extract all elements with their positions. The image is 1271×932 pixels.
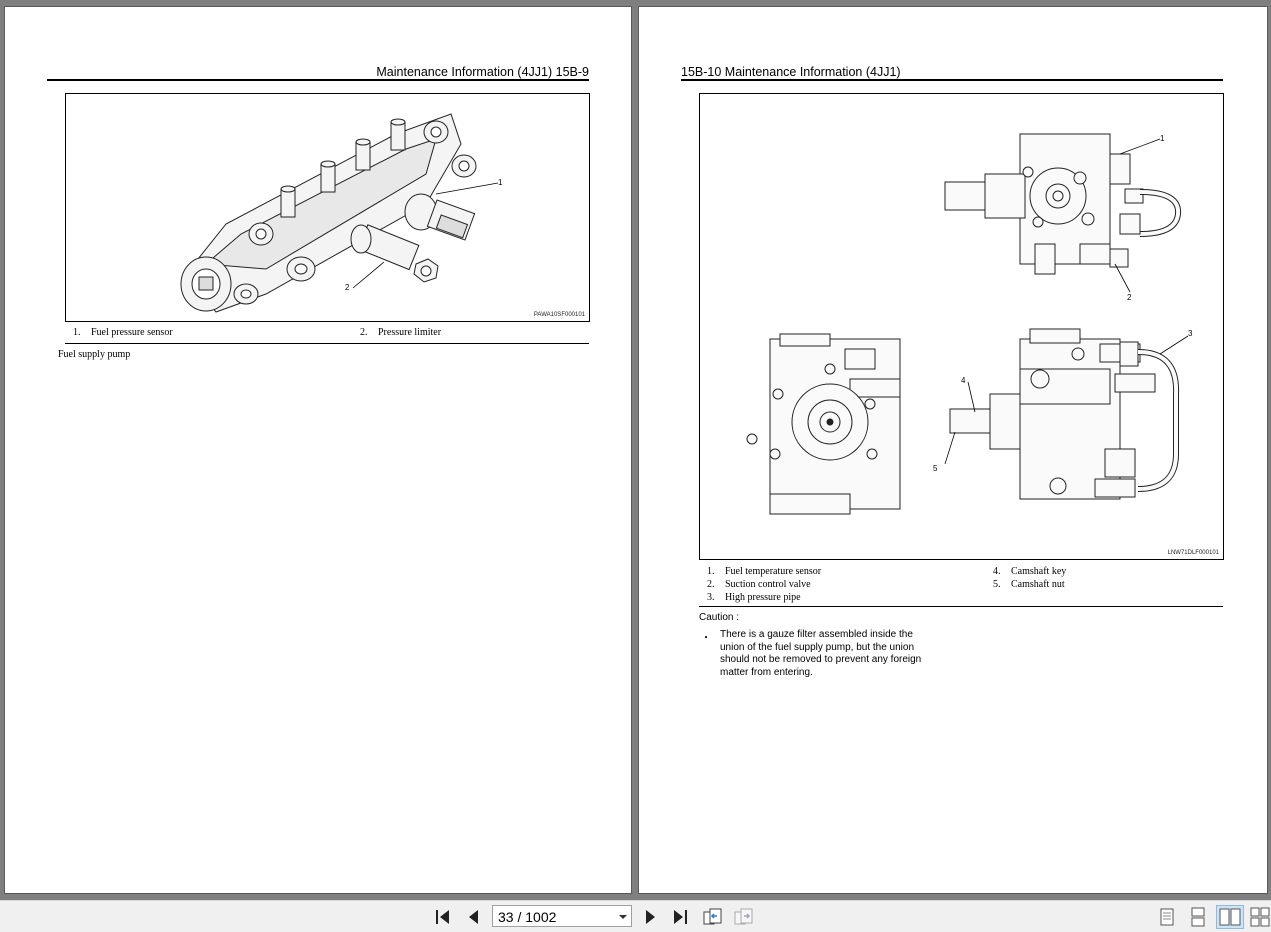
continuous-facing-view-icon <box>1250 907 1270 927</box>
facing-view-button[interactable] <box>1216 905 1244 929</box>
page-number-input[interactable]: 33 / 1002 <box>492 905 632 927</box>
callout-1: 1 <box>498 178 503 187</box>
callout-3: 3 <box>1188 329 1193 338</box>
navigation-toolbar: 33 / 1002 <box>0 900 1271 932</box>
legend-item: 1. Fuel pressure sensor <box>73 327 173 338</box>
document-viewport[interactable]: Maintenance Information (4JJ1) 15B-9 1 2… <box>0 0 1271 900</box>
last-page-icon <box>674 910 687 924</box>
fuel-rail-illustration: 1 2 <box>180 113 503 313</box>
page-right: 15B-10 Maintenance Information (4JJ1) 1 … <box>639 7 1267 893</box>
continuous-view-button[interactable] <box>1187 906 1209 928</box>
legend-item: 1. Fuel temperature sensor <box>707 566 822 577</box>
callout-2: 2 <box>1127 293 1132 302</box>
legend-item: 5. Camshaft nut <box>993 579 1065 590</box>
single-page-view-button[interactable] <box>1156 906 1178 928</box>
bullet: ・ <box>701 633 711 644</box>
callout-2: 2 <box>345 283 350 292</box>
header-rule <box>681 79 1223 81</box>
page-left: Maintenance Information (4JJ1) 15B-9 1 2… <box>5 7 631 893</box>
first-page-button[interactable] <box>432 906 454 928</box>
callout-1: 1 <box>1160 134 1165 143</box>
last-page-button[interactable] <box>669 906 691 928</box>
callout-4: 4 <box>961 376 966 385</box>
facing-view-icon <box>1219 908 1241 926</box>
go-forward-view-icon <box>734 908 753 925</box>
legend-item: 2. Pressure limiter <box>360 327 442 338</box>
next-page-button[interactable] <box>639 906 661 928</box>
chevron-down-icon[interactable] <box>619 915 627 919</box>
fuel-pump-illustration: 1 2 3 4 5 <box>746 133 1193 515</box>
go-forward-view-button[interactable] <box>733 906 755 928</box>
legend-item: 3. High pressure pipe <box>707 592 801 603</box>
page-indicator: 33 / 1002 <box>498 909 557 925</box>
legend-item: 2. Suction control valve <box>707 579 811 590</box>
continuous-facing-view-button[interactable] <box>1249 906 1271 928</box>
go-back-view-icon <box>703 908 722 925</box>
legend-rule <box>65 343 589 344</box>
figure-legend: 1. Fuel temperature sensor 2. Suction cont… <box>707 566 1222 606</box>
page-header: Maintenance Information (4JJ1) 15B-9 <box>376 65 589 79</box>
prev-page-button[interactable] <box>463 906 485 928</box>
single-page-view-icon <box>1160 908 1174 926</box>
callout-5: 5 <box>933 464 938 473</box>
caution-title: Caution : <box>699 612 740 623</box>
legend-rule <box>699 606 1223 607</box>
go-back-view-button[interactable] <box>702 906 724 928</box>
figure-code: PAWA10SF000101 <box>533 312 585 318</box>
fuel-pump-figure: 1 2 3 4 5 LNW71DLF000101 <box>699 93 1224 560</box>
figure-code: LNW71DLF000101 <box>1167 550 1219 556</box>
prev-page-icon <box>469 910 478 924</box>
header-rule <box>47 79 589 81</box>
section-text: Fuel supply pump <box>58 349 131 360</box>
next-page-icon <box>646 910 655 924</box>
caution-note: ・ There is a gauze filter assembled insi… <box>701 629 941 681</box>
caution-text: There is a gauze filter assembled inside… <box>720 629 922 678</box>
figure-legend: 1. Fuel pressure sensor 2. Pressure limite… <box>73 327 588 343</box>
first-page-icon <box>436 910 449 924</box>
continuous-view-icon <box>1191 907 1205 927</box>
legend-item: 4. Camshaft key <box>993 566 1067 577</box>
fuel-rail-figure: 1 2 PAWA10SF000101 <box>65 93 590 322</box>
page-header: 15B-10 Maintenance Information (4JJ1) <box>681 65 901 79</box>
